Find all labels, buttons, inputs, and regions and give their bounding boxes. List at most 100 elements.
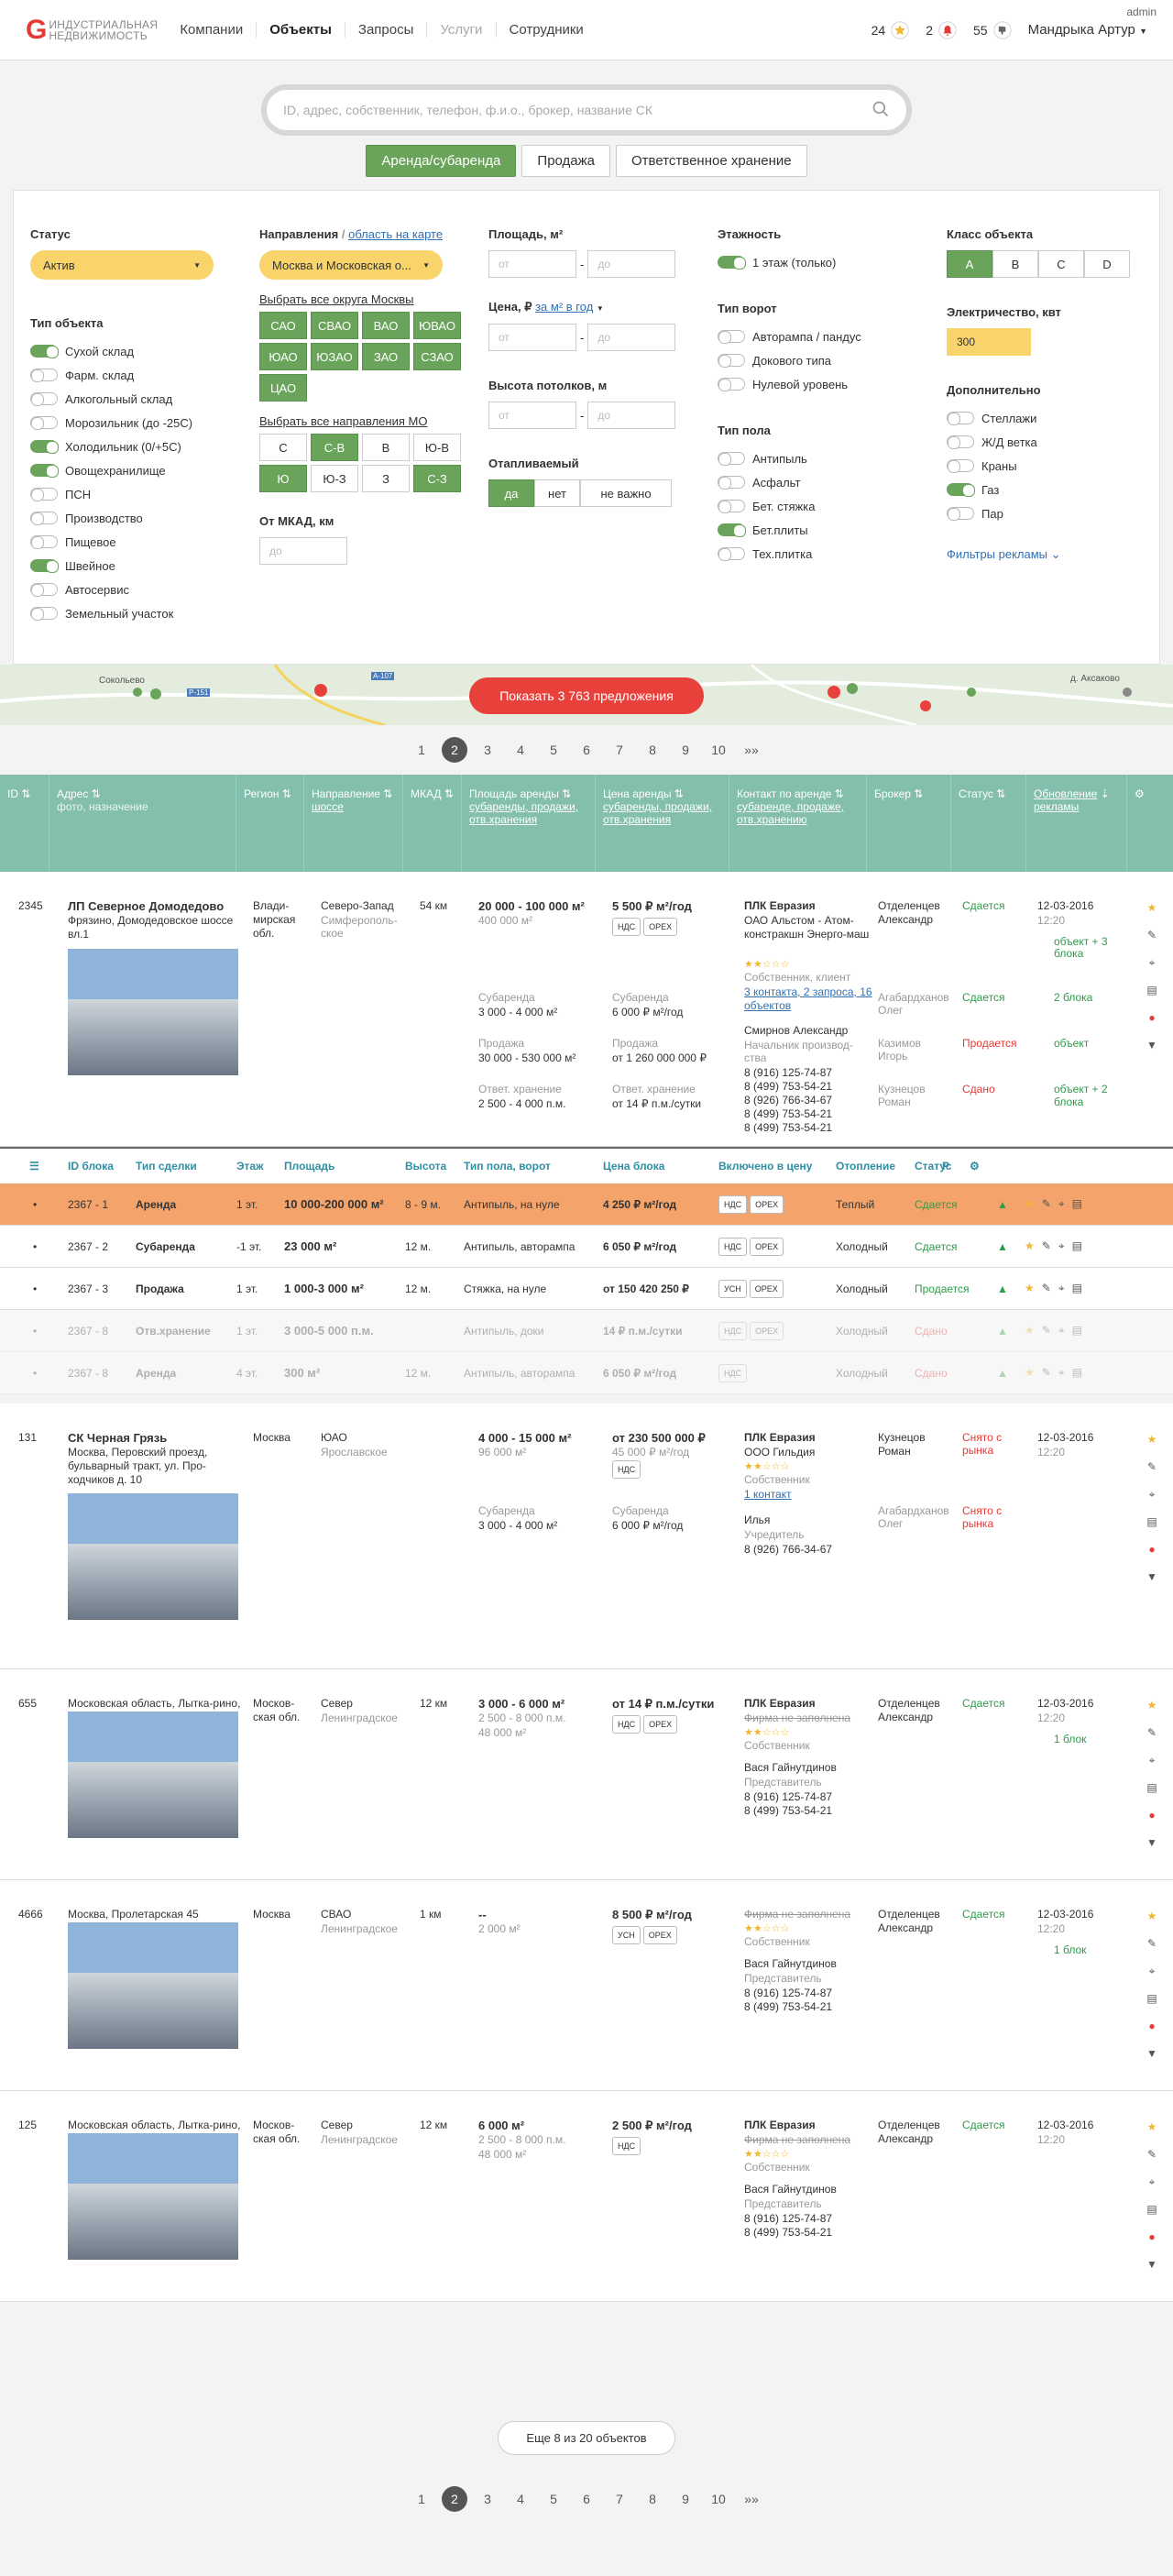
block-row[interactable]: • 2367 - 3 Продажа 1 эт. 1 000-3 000 м² 12 м.… — [0, 1268, 1173, 1310]
nav-requests[interactable]: Запросы — [344, 22, 427, 38]
toggle-option[interactable]: Фарм. склад — [30, 363, 241, 387]
pin-icon[interactable]: ⌖ — [1058, 1239, 1065, 1253]
blocks-col[interactable]: Цена блока — [603, 1160, 718, 1172]
heated-option[interactable]: нет — [534, 479, 580, 507]
star-icon[interactable]: ★ — [1144, 1431, 1160, 1448]
blocks-col[interactable]: Тип сделки — [136, 1160, 236, 1172]
page-link[interactable]: 1 — [409, 737, 434, 763]
pencil-icon[interactable]: ✎ — [1144, 927, 1160, 943]
pdf-icon[interactable]: ▤ — [1144, 2201, 1160, 2218]
toggle-option[interactable]: Нулевой уровень — [718, 372, 928, 396]
pencil-icon[interactable]: ✎ — [1042, 1239, 1051, 1253]
filter-chip[interactable]: ЗАО — [362, 343, 410, 370]
toggle-switch[interactable] — [30, 583, 58, 597]
filter-chip[interactable]: СЗАО — [413, 343, 461, 370]
gear-icon[interactable]: ⚙ — [1127, 775, 1173, 872]
tab-rent[interactable]: Аренда/субаренда — [366, 145, 517, 177]
pdf-icon[interactable]: ▤ — [1072, 1282, 1082, 1295]
pencil-icon[interactable]: ✎ — [1144, 1459, 1160, 1475]
toggle-switch[interactable] — [947, 507, 974, 521]
filter-chip[interactable]: Ю-В — [413, 434, 461, 461]
toggle-option[interactable]: Асфальт — [718, 470, 928, 494]
toggle-option[interactable]: Ж/Д ветка — [947, 430, 1157, 454]
pencil-icon[interactable]: ✎ — [1144, 1935, 1160, 1952]
toggle-switch[interactable] — [718, 452, 745, 466]
select-all-moscow[interactable]: Выбрать все округа Москвы — [259, 292, 470, 306]
filter-chip[interactable]: ЮАО — [259, 343, 307, 370]
object-photo[interactable] — [68, 1922, 238, 2049]
toggle-option[interactable]: Бет. стяжка — [718, 494, 928, 518]
pin-icon[interactable]: ⌖ — [1144, 1486, 1160, 1503]
pin-icon[interactable]: ⌖ — [1144, 2174, 1160, 2190]
toggle-switch[interactable] — [718, 500, 745, 513]
toggle-switch[interactable] — [30, 464, 59, 478]
pin-icon[interactable]: ⌖ — [1058, 1366, 1065, 1380]
pin-icon[interactable]: ⌖ — [1144, 1752, 1160, 1768]
toggle-switch[interactable] — [718, 547, 745, 561]
filter-chip[interactable]: ЦАО — [259, 374, 307, 402]
blocks-col[interactable]: Этаж — [236, 1160, 284, 1172]
pdf-icon[interactable]: ▤ — [1072, 1197, 1082, 1211]
page-link[interactable]: 5 — [541, 737, 566, 763]
alerts-counter[interactable]: 2 — [926, 20, 957, 39]
toggle-option[interactable]: Бет.плиты — [718, 518, 928, 542]
toggle-switch[interactable] — [30, 512, 58, 525]
page-link[interactable]: 4 — [508, 2486, 533, 2512]
power-input[interactable]: 300 — [947, 328, 1031, 356]
object-photo[interactable] — [68, 1712, 238, 1838]
col-mkad[interactable]: МКАД ⇅ — [403, 775, 462, 872]
height-to-input[interactable]: до — [587, 402, 676, 429]
load-more-button[interactable]: Еще 8 из 20 объектов — [498, 2421, 675, 2455]
map-area-link[interactable]: область на карте — [348, 227, 443, 241]
filter-chip[interactable]: С — [259, 434, 307, 461]
status-select[interactable]: Актив ▼ — [30, 250, 214, 280]
toggle-option[interactable]: Алкогольный склад — [30, 387, 241, 411]
col-region[interactable]: Регион ⇅ — [236, 775, 304, 872]
toggle-option[interactable]: Овощехранилище — [30, 458, 241, 482]
page-link[interactable]: 5 — [541, 2486, 566, 2512]
toggle-switch[interactable] — [718, 523, 746, 537]
page-link[interactable]: 9 — [673, 2486, 698, 2512]
toggle-option[interactable]: Холодильник (0/+5С) — [30, 435, 241, 458]
pdf-icon[interactable]: ▤ — [1144, 1990, 1160, 2007]
toggle-switch[interactable] — [30, 535, 58, 549]
toggle-switch[interactable] — [30, 559, 59, 573]
filter-chip[interactable]: В — [362, 434, 410, 461]
pdf-icon[interactable]: ▤ — [1144, 982, 1160, 998]
pdf-icon[interactable]: ▤ — [1072, 1239, 1082, 1253]
toggle-option[interactable]: Антипыль — [718, 446, 928, 470]
filter-chip[interactable]: С-В — [311, 434, 358, 461]
pencil-icon[interactable]: ✎ — [1042, 1197, 1051, 1211]
show-results-button[interactable]: Показать 3 763 предложения — [469, 677, 704, 714]
pin-icon[interactable]: ⌖ — [1058, 1324, 1065, 1338]
filter-chip[interactable]: Ю — [259, 465, 307, 492]
page-link[interactable]: 4 — [508, 737, 533, 763]
col-price[interactable]: Цена аренды ⇅ субаренды, продажи, отв.хра… — [596, 775, 729, 872]
user-menu[interactable]: Мандрыка Артур ▼ — [1028, 22, 1147, 38]
search-icon[interactable] — [872, 100, 890, 121]
blocks-col[interactable]: ID блока — [68, 1160, 136, 1172]
toggle-switch[interactable] — [718, 256, 746, 270]
tab-storage[interactable]: Ответственное хранение — [616, 145, 807, 177]
price-from-input[interactable]: от — [488, 324, 576, 351]
toggle-switch[interactable] — [30, 416, 58, 430]
block-row[interactable]: • 2367 - 8 Аренда 4 эт. 300 м² 12 м. Антипыль,… — [0, 1352, 1173, 1394]
page-link[interactable]: »» — [739, 737, 764, 763]
blocks-col[interactable]: Р — [942, 1160, 970, 1172]
filter-chip[interactable]: ВАО — [362, 312, 410, 339]
height-from-input[interactable]: от — [488, 402, 576, 429]
filter-chip[interactable]: ЮЗАО — [311, 343, 358, 370]
toggle-switch[interactable] — [947, 412, 974, 425]
thumbs-down-icon[interactable]: ▼ — [1144, 1834, 1160, 1851]
blocks-col[interactable]: Статус — [915, 1160, 951, 1172]
col-area[interactable]: Площадь аренды ⇅ субаренды, продажи, отв.… — [462, 775, 596, 872]
page-link[interactable]: 8 — [640, 737, 665, 763]
bell-icon[interactable]: ● — [1144, 1807, 1160, 1823]
thumbs-down-icon[interactable]: ▼ — [1144, 2256, 1160, 2273]
block-row[interactable]: • 2367 - 2 Субаренда -1 эт. 23 000 м² 12 м. Ан… — [0, 1226, 1173, 1268]
filter-chip[interactable]: B — [992, 250, 1038, 278]
bell-icon[interactable]: ● — [1144, 2229, 1160, 2245]
ads-filters-link[interactable]: Фильтры рекламы ⌄ — [947, 547, 1157, 562]
table-row[interactable]: 125Московская область, Лытка-рино, СПЗ-2… — [0, 2091, 1173, 2302]
toggle-option[interactable]: 1 этаж (только) — [718, 250, 928, 274]
